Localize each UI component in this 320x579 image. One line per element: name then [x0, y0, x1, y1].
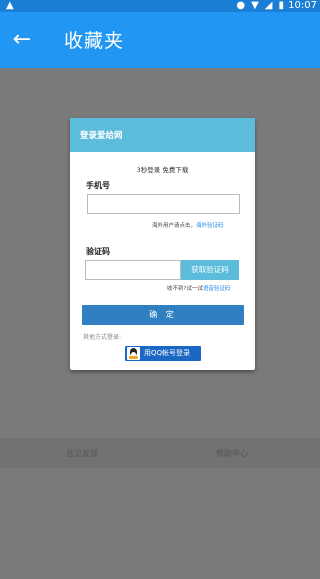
voice-code-hint: 收不到?试一试语音验证码 [167, 284, 230, 292]
qq-penguin-icon [127, 347, 140, 360]
overseas-hint: 海外用户请点击，海外验证码 [152, 221, 224, 229]
qq-login-button[interactable]: 用QQ帐号登录 [125, 346, 201, 361]
confirm-button[interactable]: 确 定 [82, 305, 244, 325]
feedback-link[interactable]: 意见反馈 [66, 448, 98, 459]
overseas-code-link[interactable]: 海外验证码 [196, 223, 224, 229]
warning-icon: ▲ [6, 0, 14, 11]
voice-code-link[interactable]: 语音验证码 [203, 286, 231, 292]
bottom-links-bar: 意见反馈 帮助中心 [0, 438, 320, 468]
get-code-button[interactable]: 获取验证码 [181, 260, 239, 280]
overseas-hint-text: 海外用户请点击， [152, 223, 197, 229]
help-center-link[interactable]: 帮助中心 [216, 448, 248, 459]
wifi-icon: ▼ [251, 0, 259, 11]
status-time: 10:07 [288, 0, 317, 11]
back-arrow-icon[interactable]: ← [10, 28, 34, 52]
phone-input[interactable] [87, 194, 240, 214]
battery-icon: ▮ [278, 0, 284, 11]
page-title: 收藏夹 [64, 30, 125, 52]
app-bar: ← 收藏夹 [0, 12, 320, 68]
code-input[interactable] [85, 260, 181, 280]
location-icon: ● [236, 0, 246, 11]
dialog-title: 登录爱给网 [70, 118, 255, 152]
promo-text: 3秒登录 免费下载 [136, 166, 189, 174]
status-icons: ● ▼ ◢ ▮ [236, 0, 284, 12]
login-dialog: 登录爱给网 3秒登录 免费下载 手机号 海外用户请点击，海外验证码 验证码 获取… [70, 118, 255, 370]
qq-login-label: 用QQ帐号登录 [144, 349, 191, 357]
status-bar: ▲ ● ▼ ◢ ▮ 10:07 [0, 0, 320, 12]
code-label: 验证码 [86, 247, 110, 256]
voice-hint-text: 收不到?试一试 [167, 286, 203, 292]
signal-icon: ◢ [264, 0, 273, 11]
other-login-label: 其他方式登录: [83, 334, 122, 341]
phone-label: 手机号 [86, 181, 110, 190]
